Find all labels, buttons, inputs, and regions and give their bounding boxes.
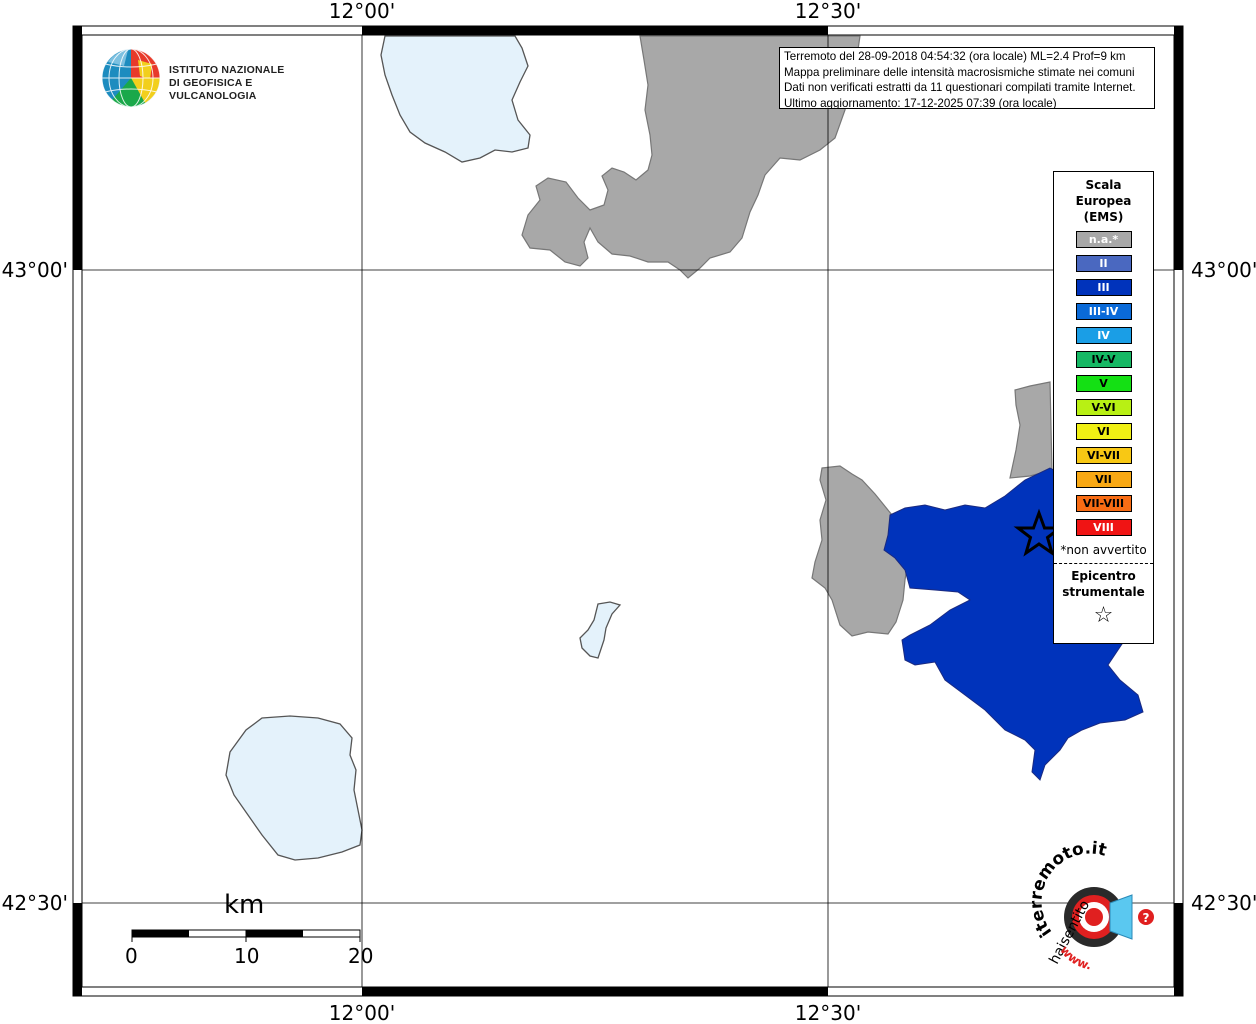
ingv-logo-line1: ISTITUTO NAZIONALE (169, 64, 285, 76)
lon-label-bottom-right: 12°30' (795, 1001, 861, 1024)
legend-note: *non avvertito (1060, 543, 1147, 557)
legend-item-vi-vii: VI-VII (1075, 447, 1132, 464)
scale-tick-0: 0 (125, 944, 138, 968)
legend-item-iii-iv: III-IV (1075, 303, 1132, 320)
legend-item-ii: II (1075, 255, 1132, 272)
info-line-update: Ultimo aggiornamento: 17-12-2025 07:39 (… (784, 96, 1057, 109)
lat-label-left-top: 43°00' (2, 258, 68, 282)
legend-title-line2: Europea (1075, 194, 1132, 208)
legend-star-icon: ☆ (1093, 603, 1114, 628)
ingv-logo: ISTITUTO NAZIONALE DI GEOFISICA E VULCAN… (100, 47, 320, 109)
legend-item-viii: VIII (1075, 519, 1132, 536)
legend-item-n-a: n.a.* (1075, 231, 1132, 248)
legend-title-line3: (EMS) (1083, 210, 1124, 224)
scale-tick-10: 10 (234, 944, 260, 968)
legend-title: Scala Europea (EMS) (1054, 177, 1153, 225)
legend-item-vii-viii: VII-VIII (1075, 495, 1132, 512)
lon-label-bottom-left: 12°00' (329, 1001, 395, 1024)
lon-label-top-left: 12°00' (329, 0, 395, 23)
legend-item-vi: VI (1075, 423, 1132, 440)
info-line-event: Terremoto del 28-09-2018 04:54:32 (ora l… (784, 50, 1126, 63)
lat-label-right-bottom: 42°30' (1191, 891, 1256, 915)
info-line-data: Dati non verificati estratti da 11 quest… (784, 81, 1136, 94)
earthquake-info-box: Terremoto del 28-09-2018 04:54:32 (ora l… (779, 47, 1155, 109)
lat-label-left-bottom: 42°30' (2, 891, 68, 915)
legend-title-line1: Scala (1085, 178, 1122, 192)
ingv-logo-line2: DI GEOFISICA E VULCANOLOGIA (169, 77, 257, 102)
legend-item-vii: VII (1075, 471, 1132, 488)
info-line-map: Mappa preliminare delle intensità macros… (784, 65, 1135, 79)
legend-epicenter-line1: Epicentro (1071, 569, 1136, 583)
legend-item-iv-v: IV-V (1075, 351, 1132, 368)
ingv-logo-text: ISTITUTO NAZIONALE DI GEOFISICA E VULCAN… (169, 64, 320, 103)
lon-label-top-right: 12°30' (795, 0, 861, 23)
legend-epicenter-line2: strumentale (1062, 585, 1145, 599)
legend-separator (1054, 563, 1153, 564)
legend-item-iii: III (1075, 279, 1132, 296)
legend-epicenter-label: Epicentro strumentale (1054, 568, 1153, 600)
legend-item-v: V (1075, 375, 1132, 392)
scale-tick-20: 20 (348, 944, 374, 968)
ems-legend: Scala Europea (EMS) n.a.* II III III-IV IV IV… (1053, 171, 1154, 644)
scale-unit-label: km (224, 890, 265, 920)
legend-item-v-vi: V-VI (1075, 399, 1132, 416)
lat-label-right-top: 43°00' (1191, 258, 1256, 282)
legend-item-iv: IV (1075, 327, 1132, 344)
legend-items: n.a.* II III III-IV IV IV-V V V-VI VI VI-VII VII VI… (1054, 231, 1153, 536)
